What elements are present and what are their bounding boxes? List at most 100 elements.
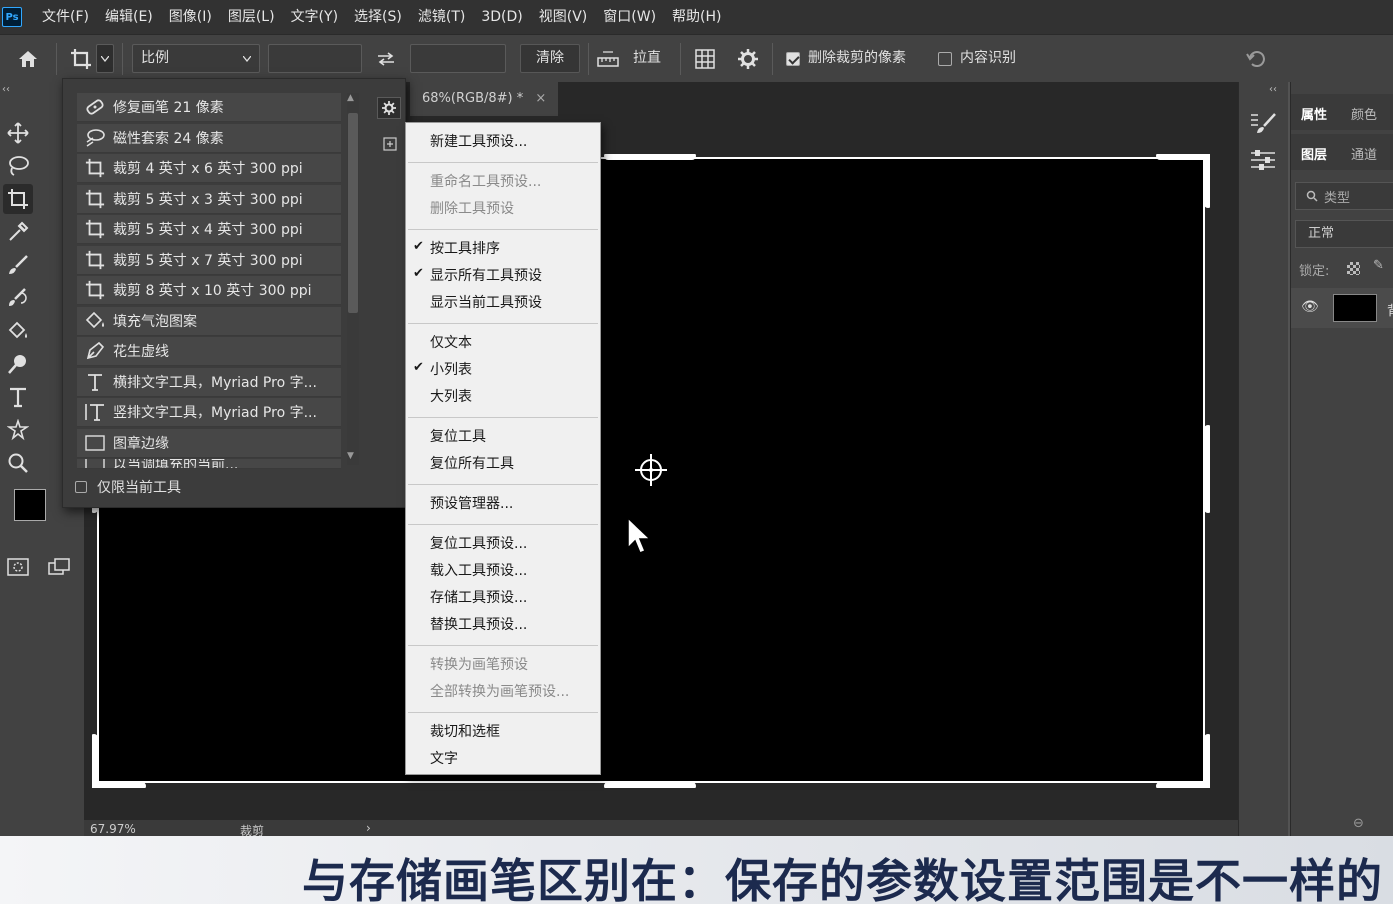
crop-settings-button[interactable] (734, 44, 762, 73)
overlay-options-button[interactable] (692, 44, 718, 73)
brush-settings-button[interactable] (1249, 112, 1277, 140)
context-menu-item[interactable]: 载入工具预设... (430, 560, 527, 580)
new-preset-button[interactable] (383, 137, 397, 155)
preset-item[interactable]: 竖排文字工具，Myriad Pro 字... (77, 398, 341, 427)
tab-color[interactable]: 颜色 (1351, 104, 1377, 123)
dodge-tool[interactable] (3, 349, 33, 379)
link-layers-icon[interactable]: ⊖ (1353, 816, 1364, 831)
context-menu-item[interactable]: 预设管理器... (430, 493, 513, 513)
layer-filter-search[interactable]: 类型 (1295, 182, 1393, 210)
menu-item[interactable]: 3D(D) (473, 0, 530, 34)
preset-item[interactable]: 花生虚线 (77, 337, 341, 366)
scrollbar-thumb[interactable] (348, 113, 358, 313)
checkbox-unchecked (938, 51, 952, 66)
menu-item[interactable]: 滤镜(T) (410, 0, 473, 34)
shape-tool[interactable] (3, 415, 33, 445)
scroll-up-icon[interactable]: ▲ (347, 93, 354, 103)
crop-tool-preset-picker[interactable] (66, 44, 96, 73)
menu-item[interactable]: 选择(S) (346, 0, 410, 34)
preset-item[interactable]: 裁剪 5 英寸 x 3 英寸 300 ppi (77, 184, 341, 214)
preset-item[interactable]: 裁剪 8 英寸 x 10 英寸 300 ppi (77, 276, 341, 305)
paint-bucket-tool[interactable] (3, 316, 33, 346)
lasso-tool[interactable] (3, 151, 33, 181)
preset-item[interactable]: 填充气泡图案 (77, 306, 341, 336)
context-menu-item[interactable]: 小列表 (430, 359, 472, 379)
preset-item[interactable]: 以当调填充的当前... (77, 459, 341, 469)
context-menu-item[interactable]: 大列表 (430, 386, 472, 406)
preset-dropdown-arrow[interactable] (96, 44, 114, 73)
context-menu-item[interactable]: 显示所有工具预设 (430, 265, 542, 285)
eyedropper-tool[interactable] (3, 217, 33, 247)
straighten-label[interactable]: 拉直 (633, 44, 661, 73)
lock-transparency-icon[interactable] (1347, 262, 1360, 275)
quick-mask-button[interactable] (3, 552, 33, 582)
context-menu-item[interactable]: 存储工具预设... (430, 587, 527, 607)
context-menu-item[interactable]: 显示当前工具预设 (430, 292, 542, 312)
context-menu-item[interactable]: 仅文本 (430, 332, 472, 352)
preset-item[interactable]: 修复画笔 21 像素 (77, 93, 341, 122)
layer-name[interactable]: 背 (1387, 300, 1393, 319)
context-menu-item[interactable]: 文字 (430, 748, 458, 768)
type-tool[interactable] (3, 382, 33, 412)
context-menu-item[interactable]: 替换工具预设... (430, 614, 527, 634)
delete-cropped-pixels-checkbox[interactable]: 删除裁剪的像素 (786, 44, 906, 73)
menu-item[interactable]: 文件(F) (34, 0, 97, 34)
current-tool-only-checkbox[interactable]: 仅限当前工具 (75, 477, 181, 497)
menu-item[interactable]: 图层(L) (220, 0, 283, 34)
document-tab[interactable]: 68%(RGB/8#) * × (410, 82, 559, 116)
scrollbar[interactable]: ▲ ▼ (347, 93, 359, 465)
context-menu-item[interactable]: 复位所有工具 (430, 453, 514, 473)
context-menu-item[interactable]: 复位工具 (430, 426, 486, 446)
blend-mode-select[interactable]: 正常 (1295, 220, 1393, 248)
home-button[interactable] (10, 44, 46, 73)
tab-properties[interactable]: 属性 (1301, 104, 1327, 123)
preset-item[interactable]: 图章边缘 (77, 428, 341, 458)
scroll-down-icon[interactable]: ▼ (347, 451, 354, 461)
menu-item[interactable]: 编辑(E) (97, 0, 161, 34)
close-icon[interactable]: × (535, 91, 546, 106)
context-menu-item[interactable]: 新建工具预设... (430, 131, 527, 151)
preset-item[interactable]: 裁剪 4 英寸 x 6 英寸 300 ppi (77, 154, 341, 183)
preset-item[interactable]: 裁剪 5 英寸 x 4 英寸 300 ppi (77, 215, 341, 244)
clear-button[interactable]: 清除 (520, 44, 580, 73)
preset-item[interactable]: 裁剪 5 英寸 x 7 英寸 300 ppi (77, 245, 341, 275)
layer-thumbnail[interactable] (1333, 294, 1377, 322)
menu-item[interactable]: 文字(Y) (283, 0, 346, 34)
preset-item[interactable]: 磁性套索 24 像素 (77, 123, 341, 153)
menu-item[interactable]: 视图(V) (531, 0, 596, 34)
lock-brush-icon[interactable]: ✎ (1373, 258, 1384, 273)
tab-channels[interactable]: 通道 (1351, 144, 1377, 163)
straighten-icon[interactable] (596, 44, 620, 73)
preset-menu-gear-button[interactable] (377, 97, 401, 119)
adjustments-button[interactable] (1249, 148, 1277, 176)
menu-item[interactable]: 窗口(W) (595, 0, 664, 34)
collapse-arrows-icon[interactable]: ‹‹ (2, 84, 10, 95)
height-input[interactable] (410, 44, 506, 73)
crop-tool[interactable] (3, 184, 33, 214)
menu-item[interactable]: 图像(I) (161, 0, 220, 34)
swap-dimensions-button[interactable] (372, 44, 400, 73)
reset-crop-button[interactable] (1242, 44, 1270, 73)
zoom-tool[interactable] (3, 448, 33, 478)
history-brush-tool[interactable] (3, 283, 33, 313)
checkbox-checked (786, 51, 800, 66)
move-tool[interactable] (3, 118, 33, 148)
content-aware-checkbox[interactable]: 内容识别 (938, 44, 1016, 73)
tab-layers[interactable]: 图层 (1301, 144, 1327, 163)
chevron-right-icon[interactable]: › (366, 821, 371, 835)
foreground-color-swatch[interactable] (14, 489, 46, 521)
brush-tool[interactable] (3, 250, 33, 280)
options-bar: 比例 清除 拉直 删除裁剪的像素 内容识别 (0, 34, 1393, 82)
preset-item[interactable]: 横排文字工具，Myriad Pro 字... (77, 367, 341, 397)
context-menu-item[interactable]: 复位工具预设... (430, 533, 527, 553)
visibility-eye-icon[interactable]: 👁 (1301, 299, 1319, 315)
context-menu-item[interactable]: 按工具排序 (430, 238, 500, 258)
collapse-arrows-icon[interactable]: ‹‹ (1269, 84, 1277, 95)
ratio-select[interactable]: 比例 (132, 44, 260, 73)
mouse-pointer-icon (627, 516, 652, 554)
screen-mode-button[interactable] (44, 552, 74, 582)
menu-item[interactable]: 帮助(H) (664, 0, 729, 34)
width-input[interactable] (268, 44, 362, 73)
zoom-level[interactable]: 67.97% (90, 822, 136, 836)
context-menu-item[interactable]: 裁切和选框 (430, 721, 500, 741)
